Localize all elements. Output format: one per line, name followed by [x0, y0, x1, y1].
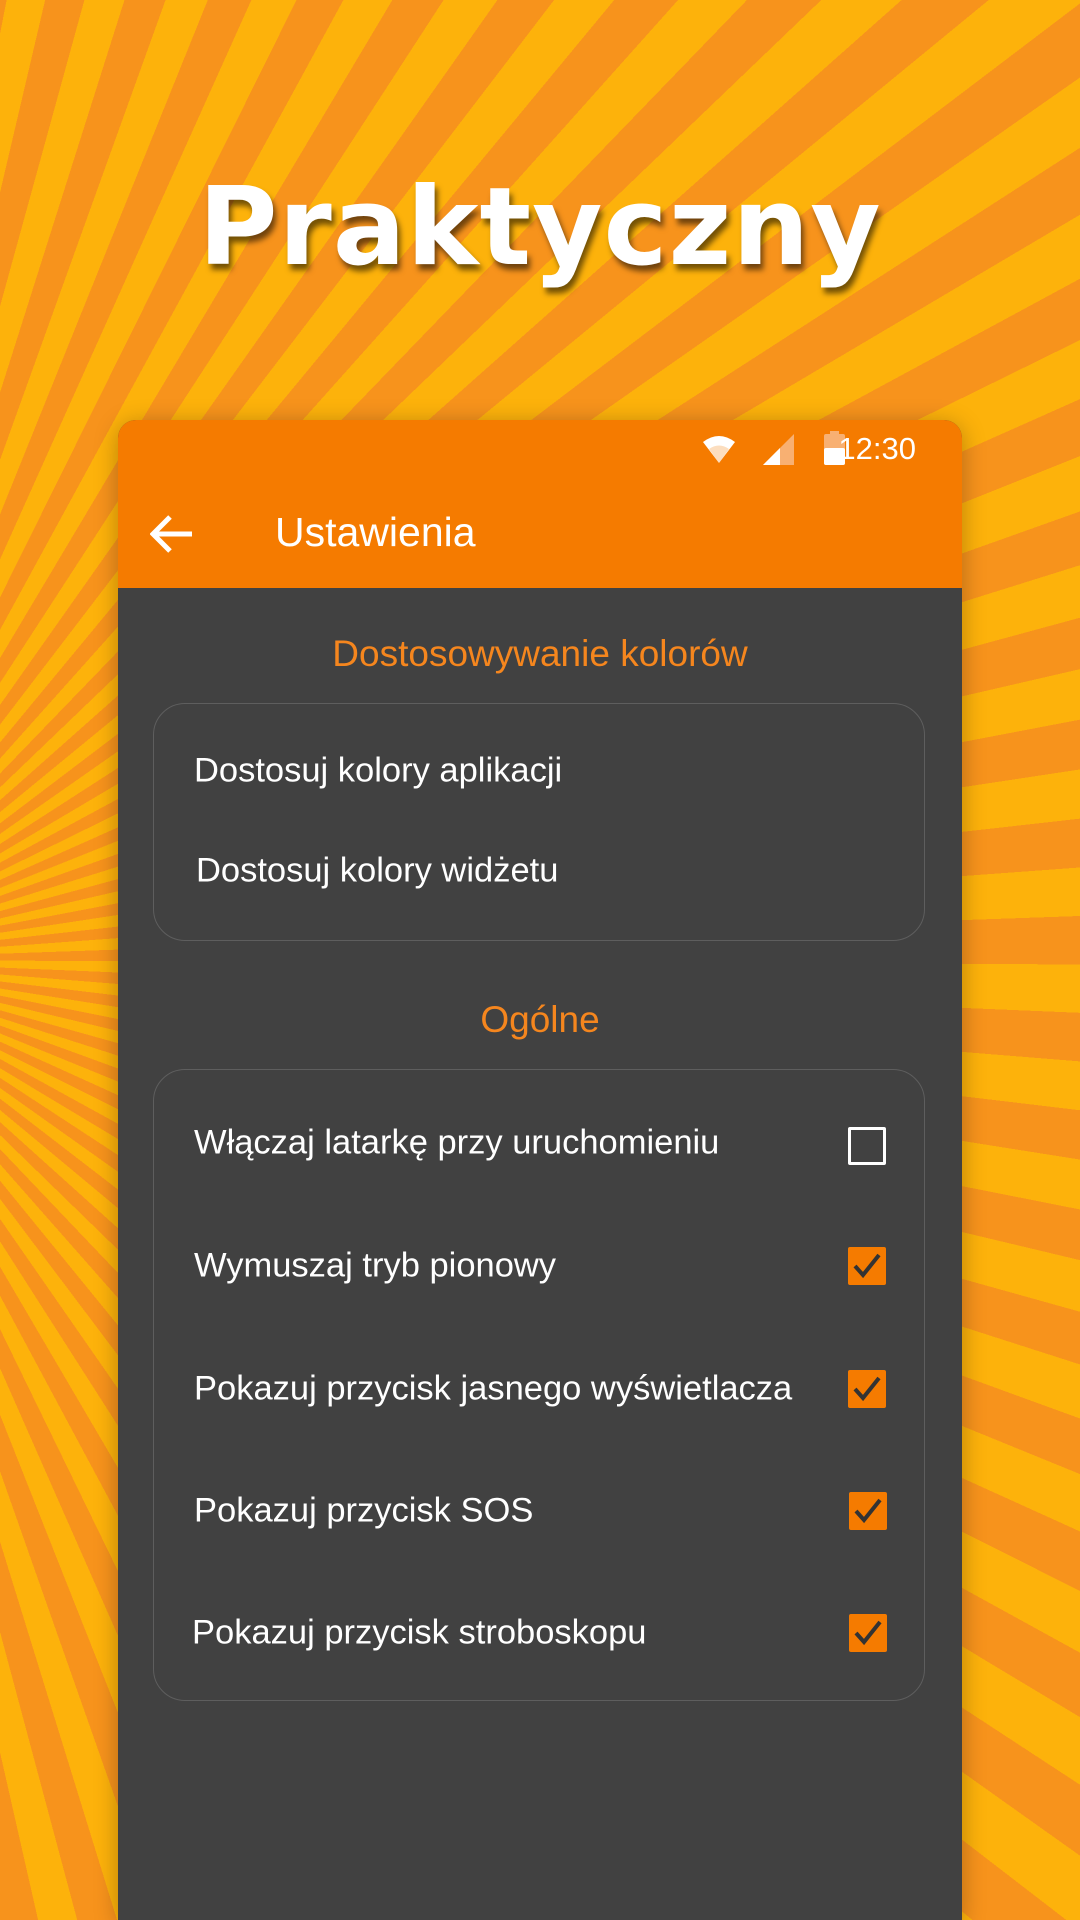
- setting-label: Dostosuj kolory widżetu: [196, 851, 559, 890]
- setting-label: Pokazuj przycisk stroboskopu: [192, 1613, 647, 1652]
- app-bar: 12:30 Ustawienia: [118, 420, 962, 588]
- setting-force-portrait[interactable]: Wymuszaj tryb pionowy: [154, 1221, 926, 1311]
- flashlight-on-start-checkbox[interactable]: [848, 1127, 886, 1165]
- promo-headline: Praktyczny: [198, 165, 882, 290]
- bright-screen-button-checkbox[interactable]: [848, 1370, 886, 1408]
- setting-app-colors[interactable]: Dostosuj kolory aplikacji: [154, 726, 926, 816]
- arrow-left-icon[interactable]: [142, 504, 202, 564]
- setting-widget-colors[interactable]: Dostosuj kolory widżetu: [154, 826, 926, 916]
- section-title-colors: Dostosowywanie kolorów: [332, 633, 748, 674]
- force-portrait-checkbox[interactable]: [848, 1247, 886, 1285]
- strobe-button-checkbox[interactable]: [849, 1614, 887, 1652]
- setting-label: Włączaj latarkę przy uruchomieniu: [194, 1123, 720, 1162]
- phone-screen: 12:30 Ustawienia Dostosowywanie kolorów …: [118, 420, 962, 1920]
- status-bar: 12:30: [118, 420, 962, 480]
- setting-bright-screen-button[interactable]: Pokazuj przycisk jasnego wyświetlacza: [154, 1344, 926, 1434]
- cell-signal-icon: [763, 434, 795, 471]
- status-time: 12:30: [838, 431, 916, 466]
- setting-label: Wymuszaj tryb pionowy: [194, 1246, 557, 1285]
- setting-label: Pokazuj przycisk jasnego wyświetlacza: [194, 1369, 793, 1408]
- wifi-icon: [702, 434, 736, 469]
- checkmark-icon: [854, 1620, 882, 1646]
- checkmark-icon: [853, 1253, 881, 1279]
- checkmark-icon: [854, 1498, 882, 1524]
- section-title-general: Ogólne: [480, 999, 600, 1040]
- setting-label: Pokazuj przycisk SOS: [194, 1491, 534, 1530]
- checkmark-icon: [853, 1376, 881, 1402]
- setting-label: Dostosuj kolory aplikacji: [194, 751, 563, 790]
- general-card: Włączaj latarkę przy uruchomieniu Wymusz…: [153, 1069, 925, 1701]
- app-bar-title: Ustawienia: [275, 509, 476, 555]
- colors-card: Dostosuj kolory aplikacji Dostosuj kolor…: [153, 703, 925, 941]
- setting-strobe-button[interactable]: Pokazuj przycisk stroboskopu: [154, 1588, 926, 1678]
- setting-sos-button[interactable]: Pokazuj przycisk SOS: [154, 1466, 926, 1556]
- sos-button-checkbox[interactable]: [849, 1492, 887, 1530]
- setting-flashlight-on-start[interactable]: Włączaj latarkę przy uruchomieniu: [154, 1098, 926, 1188]
